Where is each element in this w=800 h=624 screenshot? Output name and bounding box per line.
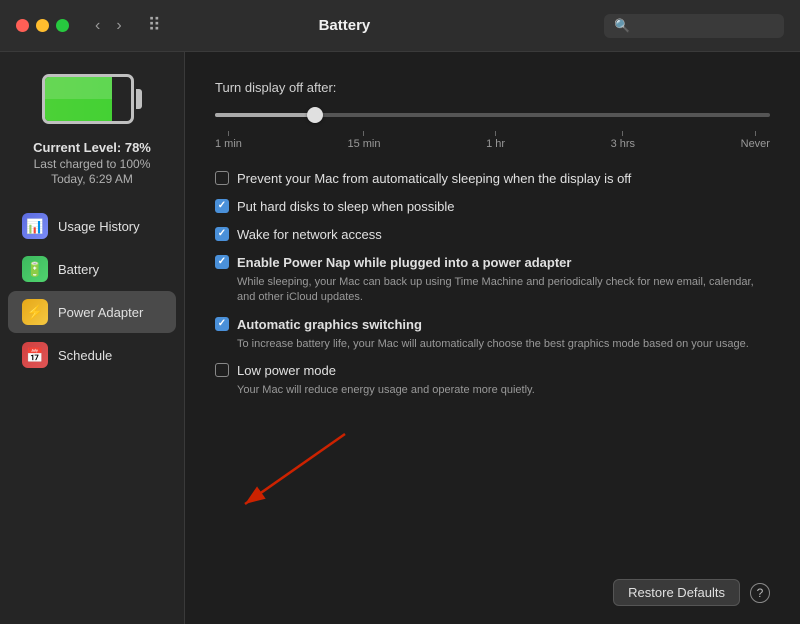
option-hard-disks: ✓ Put hard disks to sleep when possible xyxy=(215,198,770,216)
slider-filled xyxy=(215,113,315,117)
sidebar-item-power-adapter[interactable]: ⚡ Power Adapter xyxy=(8,291,176,333)
help-button[interactable]: ? xyxy=(750,583,770,603)
traffic-lights xyxy=(16,19,69,32)
titlebar: ‹ › ⠿ Battery 🔍 xyxy=(0,0,800,52)
search-icon: 🔍 xyxy=(614,18,630,34)
search-box[interactable]: 🔍 xyxy=(604,14,784,38)
option-wake-network-label: Wake for network access xyxy=(237,227,382,242)
checkmark-icon: ✓ xyxy=(218,229,226,239)
minimize-button[interactable] xyxy=(36,19,49,32)
tick-1hr: 1 hr xyxy=(486,131,505,150)
checkmark-icon: ✓ xyxy=(218,201,226,211)
option-low-power-label: Low power mode xyxy=(237,363,336,378)
option-low-power-text: Low power mode Your Mac will reduce ener… xyxy=(237,362,770,398)
slider-track-area[interactable] xyxy=(215,105,770,125)
option-wake-network: ✓ Wake for network access xyxy=(215,226,770,244)
option-prevent-sleep-label: Prevent your Mac from automatically slee… xyxy=(237,171,631,186)
sidebar-item-battery[interactable]: 🔋 Battery xyxy=(8,248,176,290)
checkmark-icon: ✓ xyxy=(218,257,226,267)
checkbox-auto-graphics[interactable]: ✓ xyxy=(215,317,229,331)
option-power-nap: ✓ Enable Power Nap while plugged into a … xyxy=(215,254,770,306)
option-hard-disks-label: Put hard disks to sleep when possible xyxy=(237,199,455,214)
option-low-power: Low power mode Your Mac will reduce ener… xyxy=(215,362,770,398)
option-auto-graphics-text: Automatic graphics switching To increase… xyxy=(237,316,770,352)
sidebar-item-usage-history[interactable]: 📊 Usage History xyxy=(8,205,176,247)
slider-track xyxy=(215,113,770,117)
schedule-icon: 📅 xyxy=(22,342,48,368)
options-list: Prevent your Mac from automatically slee… xyxy=(215,170,770,399)
sidebar-item-schedule-label: Schedule xyxy=(58,348,112,363)
option-wake-network-text: Wake for network access xyxy=(237,226,770,244)
usage-history-icon: 📊 xyxy=(22,213,48,239)
bottom-bar: Restore Defaults ? xyxy=(613,579,770,606)
option-prevent-sleep: Prevent your Mac from automatically slee… xyxy=(215,170,770,188)
option-auto-graphics-label: Automatic graphics switching xyxy=(237,317,422,332)
page-title: Battery xyxy=(97,17,592,34)
checkbox-wake-network[interactable]: ✓ xyxy=(215,227,229,241)
battery-level-label: Current Level: 78% xyxy=(33,140,151,155)
battery-icon xyxy=(42,72,142,126)
option-power-nap-label: Enable Power Nap while plugged into a po… xyxy=(237,255,571,270)
battery-charged-label: Last charged to 100% xyxy=(34,157,151,171)
sidebar-item-schedule[interactable]: 📅 Schedule xyxy=(8,334,176,376)
battery-time-label: Today, 6:29 AM xyxy=(51,172,133,186)
sidebar-item-power-adapter-label: Power Adapter xyxy=(58,305,143,320)
tick-1min: 1 min xyxy=(215,131,242,150)
slider-ticks: 1 min 15 min 1 hr 3 hrs Never xyxy=(215,131,770,150)
sidebar-item-usage-history-label: Usage History xyxy=(58,219,140,234)
option-power-nap-desc: While sleeping, your Mac can back up usi… xyxy=(237,275,770,306)
close-button[interactable] xyxy=(16,19,29,32)
main-layout: Current Level: 78% Last charged to 100% … xyxy=(0,52,800,624)
tick-never: Never xyxy=(741,131,770,150)
annotation-arrow xyxy=(215,424,415,544)
search-input[interactable] xyxy=(636,18,776,33)
checkbox-low-power[interactable] xyxy=(215,363,229,377)
option-auto-graphics: ✓ Automatic graphics switching To increa… xyxy=(215,316,770,352)
display-sleep-slider-section: Turn display off after: 1 min 15 min xyxy=(215,80,770,150)
sidebar-nav: 📊 Usage History 🔋 Battery ⚡ Power Adapte… xyxy=(0,204,184,377)
slider-thumb[interactable] xyxy=(307,107,323,123)
option-power-nap-text: Enable Power Nap while plugged into a po… xyxy=(237,254,770,306)
checkbox-hard-disks[interactable]: ✓ xyxy=(215,199,229,213)
battery-nav-icon: 🔋 xyxy=(22,256,48,282)
option-hard-disks-text: Put hard disks to sleep when possible xyxy=(237,198,770,216)
option-low-power-desc: Your Mac will reduce energy usage and op… xyxy=(237,383,770,398)
content-panel: Turn display off after: 1 min 15 min xyxy=(185,52,800,624)
sidebar-item-battery-label: Battery xyxy=(58,262,99,277)
option-auto-graphics-desc: To increase battery life, your Mac will … xyxy=(237,337,770,352)
maximize-button[interactable] xyxy=(56,19,69,32)
checkmark-icon: ✓ xyxy=(218,319,226,329)
checkbox-power-nap[interactable]: ✓ xyxy=(215,255,229,269)
tick-15min: 15 min xyxy=(347,131,380,150)
restore-defaults-button[interactable]: Restore Defaults xyxy=(613,579,740,606)
sidebar: Current Level: 78% Last charged to 100% … xyxy=(0,52,185,624)
slider-label: Turn display off after: xyxy=(215,80,770,95)
checkbox-prevent-sleep[interactable] xyxy=(215,171,229,185)
power-adapter-icon: ⚡ xyxy=(22,299,48,325)
option-prevent-sleep-text: Prevent your Mac from automatically slee… xyxy=(237,170,770,188)
tick-3hrs: 3 hrs xyxy=(611,131,635,150)
